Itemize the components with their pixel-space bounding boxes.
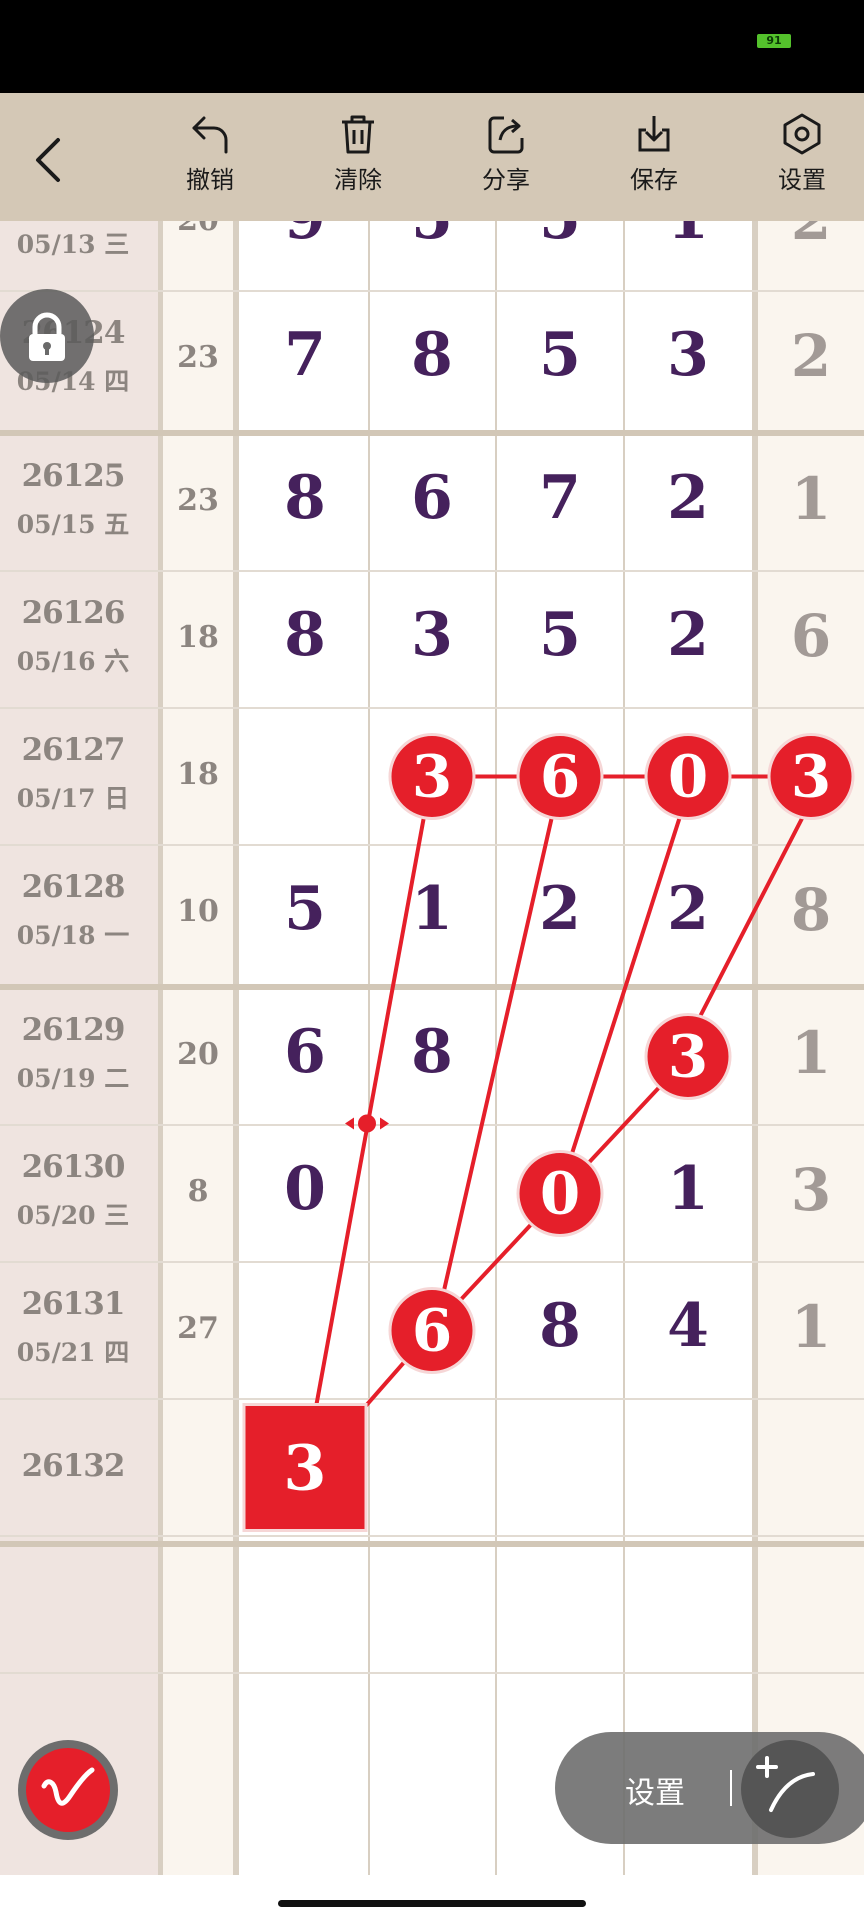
marked-digit-circle[interactable]: 0 (644, 733, 732, 820)
trash-icon (342, 115, 374, 154)
floating-settings-label[interactable]: 设置 (625, 1768, 685, 1812)
save-label: 保存 (630, 166, 678, 194)
status-bar: 91 (0, 0, 864, 93)
clear-button[interactable]: 清除 (303, 112, 413, 212)
clear-label: 清除 (334, 166, 382, 194)
lock-button[interactable] (0, 289, 94, 383)
pill-separator (730, 1770, 732, 1806)
marked-digit-circle[interactable]: 6 (516, 733, 604, 820)
add-line-button[interactable] (741, 1740, 839, 1838)
settings-hexagon-icon (783, 113, 821, 155)
svg-text:3: 3 (668, 1023, 708, 1091)
marked-digit-circle[interactable]: 3 (767, 733, 855, 820)
trend-line (698, 815, 805, 1018)
svg-text:6: 6 (540, 743, 580, 811)
download-icon (638, 116, 670, 152)
share-icon (488, 116, 524, 154)
trend-line (570, 815, 682, 1155)
svg-text:3: 3 (412, 743, 452, 811)
svg-text:6: 6 (412, 1297, 452, 1365)
lock-icon (29, 312, 65, 361)
svg-text:0: 0 (668, 743, 708, 811)
trend-grid[interactable]: 2612305/13 三20955122612405/14 四237853226… (0, 221, 864, 1875)
undo-label: 撤销 (186, 166, 234, 194)
marked-digit-circle[interactable]: 6 (388, 1287, 476, 1374)
undo-button[interactable]: 撤销 (155, 112, 265, 212)
marked-digit-circle[interactable]: 3 (388, 733, 476, 820)
pen-signature-icon (41, 1767, 95, 1806)
toolbar (0, 93, 864, 221)
drag-handle-icon[interactable] (345, 1114, 389, 1133)
settings-label: 设置 (778, 166, 826, 194)
marked-digit-circle[interactable]: 3 (644, 1013, 732, 1100)
predicted-digit-square[interactable]: 3 (242, 1403, 368, 1532)
settings-button[interactable]: 设置 (747, 112, 857, 212)
svg-text:3: 3 (283, 1432, 326, 1505)
undo-icon (192, 116, 228, 154)
battery-indicator: 91 (757, 34, 791, 48)
svg-text:0: 0 (540, 1160, 580, 1228)
home-indicator[interactable] (278, 1900, 586, 1907)
marked-digit-circle[interactable]: 0 (516, 1150, 604, 1237)
share-button[interactable]: 分享 (451, 112, 561, 212)
chevron-left-icon (36, 138, 60, 182)
save-button[interactable]: 保存 (599, 112, 709, 212)
share-label: 分享 (482, 166, 530, 194)
trend-lines-layer[interactable]: 3 6 0 3 3 0 6 3 (0, 221, 864, 1875)
back-button[interactable] (28, 135, 68, 185)
svg-text:3: 3 (791, 743, 831, 811)
add-curve-icon (756, 1756, 815, 1812)
pen-mode-button[interactable] (18, 1740, 118, 1840)
